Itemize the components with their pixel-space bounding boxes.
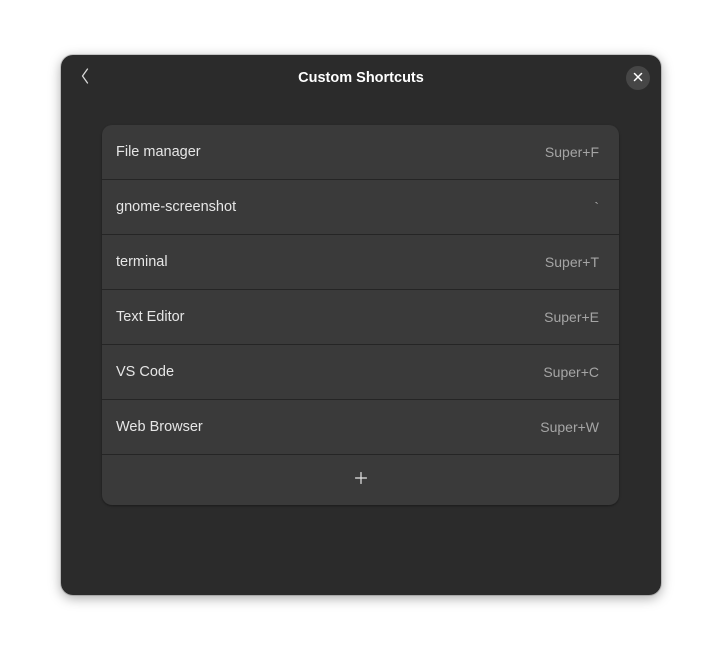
shortcut-row-gnome-screenshot[interactable]: gnome-screenshot ` [102, 180, 619, 235]
close-button[interactable] [626, 66, 650, 90]
add-icon [354, 471, 367, 489]
shortcut-row-vs-code[interactable]: VS Code Super+C [102, 345, 619, 400]
shortcut-name: Web Browser [116, 419, 203, 435]
shortcut-name: terminal [116, 254, 168, 270]
add-shortcut-button[interactable] [102, 455, 619, 505]
custom-shortcuts-dialog: Custom Shortcuts File manager Super+F gn… [61, 55, 661, 595]
shortcut-row-terminal[interactable]: terminal Super+T [102, 235, 619, 290]
shortcut-row-web-browser[interactable]: Web Browser Super+W [102, 400, 619, 455]
shortcut-accelerator: Super+W [540, 419, 599, 435]
shortcut-accelerator: Super+C [543, 364, 599, 380]
shortcut-row-file-manager[interactable]: File manager Super+F [102, 125, 619, 180]
close-icon [633, 69, 643, 87]
header-bar: Custom Shortcuts [61, 55, 661, 101]
dialog-title: Custom Shortcuts [298, 70, 424, 86]
shortcut-row-text-editor[interactable]: Text Editor Super+E [102, 290, 619, 345]
shortcut-accelerator: ` [594, 199, 599, 215]
shortcut-accelerator: Super+T [544, 254, 599, 270]
shortcut-accelerator: Super+E [544, 309, 599, 325]
shortcut-accelerator: Super+F [544, 144, 599, 160]
shortcut-list: File manager Super+F gnome-screenshot ` … [102, 125, 619, 505]
shortcut-name: Text Editor [116, 309, 185, 325]
shortcut-name: VS Code [116, 364, 175, 380]
shortcut-name: gnome-screenshot [116, 199, 237, 215]
shortcut-name: File manager [116, 144, 201, 160]
